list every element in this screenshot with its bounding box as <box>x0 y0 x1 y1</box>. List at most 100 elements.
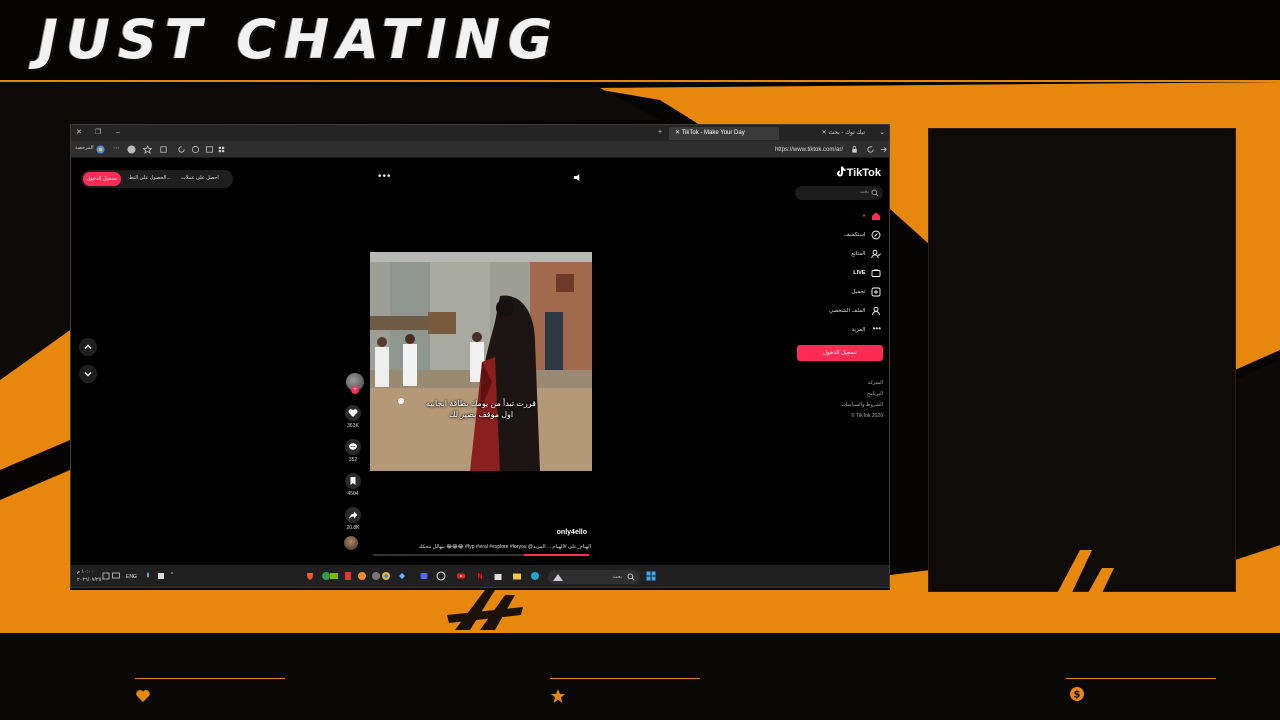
clock-date[interactable]: ٢٠٢٦/٠٧/٢٥ <box>77 577 101 583</box>
taskbar-search-label: بحث <box>612 574 622 580</box>
get-coins-link[interactable]: احصل على عملات <box>181 175 219 181</box>
login-pill-button[interactable]: تسجيل الدخول <box>83 172 121 186</box>
new-tab-button[interactable]: + <box>655 128 665 138</box>
sidebar-item-label: المزيد <box>851 327 866 333</box>
notification-icon[interactable] <box>101 571 111 581</box>
avatar[interactable]: + <box>346 373 364 394</box>
search-input[interactable]: بحث <box>795 186 883 200</box>
red-app-icon[interactable] <box>343 571 353 581</box>
menu-dots-icon[interactable]: ⋯ <box>113 145 122 154</box>
tab-list-button[interactable]: ⌄ <box>877 128 887 138</box>
bookmark-icon[interactable] <box>345 473 361 489</box>
favorites-icon[interactable] <box>143 145 152 154</box>
sidebar-item-label: الملف الشخصي <box>829 308 866 314</box>
share-icon[interactable] <box>345 507 361 523</box>
tab-search[interactable]: ✕ تيك توك - بحث <box>773 127 871 140</box>
tiktok-logo[interactable]: TikTok <box>836 166 881 179</box>
youtube-icon[interactable] <box>456 571 466 581</box>
chevron-up-icon[interactable]: ^ <box>171 572 173 578</box>
previous-video-button[interactable] <box>79 338 97 356</box>
tab-tiktok[interactable]: ✕ TikTok - Make Your Day <box>669 127 779 140</box>
video-progress-fill <box>524 554 589 556</box>
split-screen-icon[interactable] <box>205 145 214 154</box>
save-button[interactable]: 4504 <box>341 473 365 497</box>
microphone-icon[interactable] <box>143 571 153 581</box>
save-count: 4504 <box>347 491 359 497</box>
sidebar-item-upload[interactable]: تحميل <box>851 286 881 298</box>
footer-divider <box>1066 678 1216 679</box>
upload-icon <box>871 287 881 297</box>
tab-close-icon[interactable]: ✕ <box>675 130 682 136</box>
sidebar-item-home[interactable]: ● <box>857 210 881 222</box>
display-icon[interactable] <box>111 571 121 581</box>
creator-avatar[interactable]: + <box>343 373 367 394</box>
video-progress-bar[interactable] <box>373 554 589 556</box>
footer-link-program[interactable]: البرنامج <box>867 391 883 397</box>
top-action-pill: تسجيل الدخول الحصول على التط... احصل على… <box>81 170 233 188</box>
share-count: 20.8K <box>346 525 360 531</box>
refresh-icon[interactable] <box>177 145 186 154</box>
share-button[interactable]: 20.8K <box>341 507 365 531</box>
address-bar: المرخصة ⋯ https://www.tiktok.com/ar/ <box>71 141 889 158</box>
creator-username[interactable]: only4ello <box>557 529 587 536</box>
chevron-up-icon <box>84 344 92 349</box>
restore-window-button[interactable]: ❐ <box>93 128 103 138</box>
sidebar-item-profile[interactable]: الملف الشخصي <box>829 305 881 317</box>
brave-browser-icon[interactable] <box>305 571 315 581</box>
comment-button[interactable]: 352 <box>341 439 365 463</box>
windows-start-icon[interactable] <box>646 571 656 581</box>
like-button[interactable]: 363K <box>341 405 365 429</box>
language-indicator[interactable]: ENG <box>126 574 137 580</box>
browser-profile-icon[interactable] <box>96 145 105 154</box>
discord-icon[interactable] <box>419 571 429 581</box>
bookmarks-label[interactable]: المرخصة <box>75 145 94 151</box>
url-field[interactable]: https://www.tiktok.com/ar/ <box>775 145 843 155</box>
close-window-button[interactable]: ✕ <box>74 128 84 138</box>
nvidia-icon[interactable] <box>329 571 339 581</box>
comment-icon[interactable] <box>345 439 361 455</box>
search-icon[interactable] <box>871 189 879 197</box>
dollar-coin-icon: $ <box>1070 687 1084 701</box>
forward-arrow-icon[interactable] <box>879 145 888 154</box>
next-video-button[interactable] <box>79 365 97 383</box>
store-icon[interactable] <box>493 571 503 581</box>
sidebar-item-more[interactable]: المزيد ••• <box>852 324 881 336</box>
footer-link-terms[interactable]: الشروط والسياسات <box>841 402 883 408</box>
apps-icon[interactable] <box>217 145 226 154</box>
footer-link-company[interactable]: الشركة <box>868 380 883 386</box>
sidebar-item-live[interactable]: LIVE <box>853 267 881 279</box>
get-app-link[interactable]: الحصول على التط... <box>129 175 171 181</box>
capcut-icon[interactable] <box>397 571 407 581</box>
file-explorer-icon[interactable] <box>512 571 522 581</box>
home-icon <box>872 212 880 220</box>
chrome-icon[interactable] <box>381 571 391 581</box>
tray-app-icon[interactable] <box>156 571 166 581</box>
clock-time[interactable]: ١٠:٠٠ م <box>77 569 94 575</box>
sidebar-item-following[interactable]: المتابَع <box>851 248 881 260</box>
reload-icon[interactable] <box>866 145 875 154</box>
read-aloud-icon[interactable] <box>191 145 200 154</box>
sidebar-login-button[interactable]: تسجيل الدخول <box>797 345 883 361</box>
sidebar-item-explore[interactable]: استكشف <box>844 229 881 241</box>
volume-icon[interactable] <box>573 173 582 182</box>
chevron-down-icon <box>84 372 92 377</box>
music-disc-avatar[interactable] <box>344 536 358 550</box>
like-count: 363K <box>347 423 359 429</box>
edge-icon[interactable] <box>530 571 540 581</box>
taskbar-search[interactable]: بحث <box>548 570 640 584</box>
heart-icon[interactable] <box>345 405 361 421</box>
extensions-icon[interactable] <box>159 145 168 154</box>
colorful-app-icon[interactable] <box>357 571 367 581</box>
follow-plus-icon[interactable]: + <box>351 386 359 394</box>
more-icon: ••• <box>872 324 881 333</box>
more-options-icon[interactable]: ••• <box>378 172 392 182</box>
video-player[interactable]: قررت تبدأ من يومك بطاقة ايجابيه اول موقف… <box>370 252 592 471</box>
tab-label: تيك توك - بحث <box>828 130 865 136</box>
netflix-icon[interactable] <box>475 571 485 581</box>
tiktok-note-icon <box>836 166 846 177</box>
account-icon[interactable] <box>127 145 136 154</box>
minimize-window-button[interactable]: – <box>113 128 123 138</box>
github-icon[interactable] <box>436 571 446 581</box>
video-description: بتهالل بتحكك 😂😂😂 #fyp #viral #explore #f… <box>418 544 591 550</box>
obs-icon[interactable] <box>371 571 381 581</box>
